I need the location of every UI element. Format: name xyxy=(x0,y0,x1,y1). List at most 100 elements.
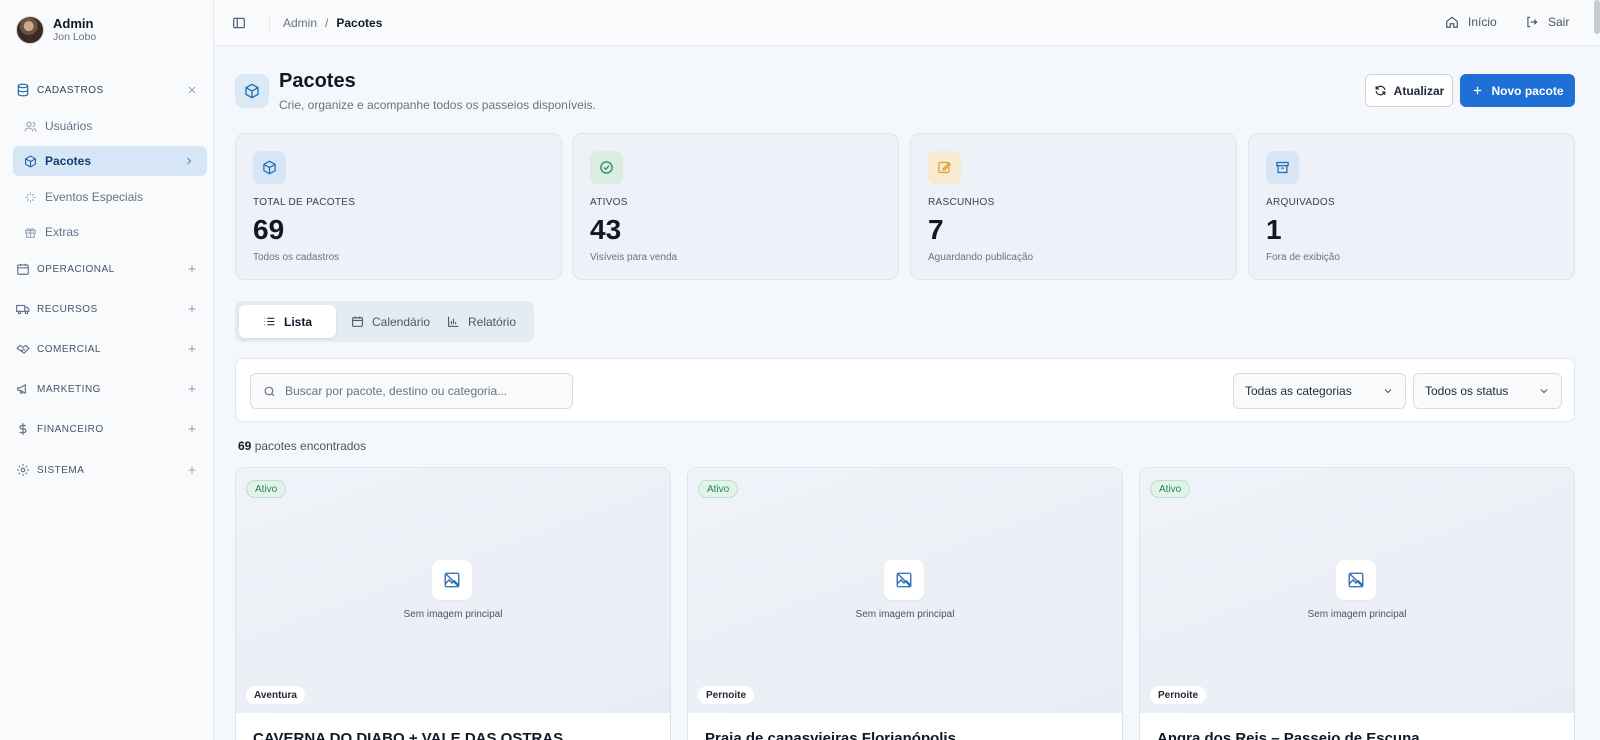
plus-icon[interactable] xyxy=(186,423,198,435)
result-count: 69 pacotes encontrados xyxy=(238,439,366,453)
stat-description: Todos os cadastros xyxy=(253,252,340,263)
megaphone-icon xyxy=(16,382,30,396)
check-circle-icon xyxy=(590,151,623,184)
package-icon xyxy=(253,151,286,184)
sidebar-group-marketing[interactable]: MARKETING xyxy=(16,378,198,400)
filter-bar: Todas as categorias Todos os status xyxy=(235,358,1575,422)
sidebar-group-cadastros[interactable]: CADASTROS xyxy=(16,79,198,101)
home-link[interactable]: Início xyxy=(1445,15,1497,29)
plus-icon[interactable] xyxy=(186,383,198,395)
view-tabs: Lista Calendário Relatório xyxy=(235,301,534,342)
archive-icon xyxy=(1266,151,1299,184)
new-package-button[interactable]: Novo pacote xyxy=(1460,74,1575,107)
calendar-icon xyxy=(351,315,364,328)
plus-icon[interactable] xyxy=(186,303,198,315)
sidebar-item-pacotes[interactable]: Pacotes xyxy=(13,146,207,176)
tab-lista[interactable]: Lista xyxy=(239,305,336,338)
breadcrumb-root[interactable]: Admin xyxy=(283,16,317,30)
sidebar-group-label: FINANCEIRO xyxy=(37,423,104,435)
plus-icon[interactable] xyxy=(186,464,198,476)
chevron-down-icon xyxy=(1382,385,1394,397)
package-title: Praia de canasvieiras Florianópolis xyxy=(705,730,956,740)
package-icon xyxy=(235,74,269,108)
user-profile[interactable]: Admin Jon Lobo xyxy=(16,14,96,46)
search-icon xyxy=(263,385,276,398)
sidebar-group-label: OPERACIONAL xyxy=(37,263,115,275)
logout-icon xyxy=(1525,15,1539,29)
scrollbar[interactable] xyxy=(1594,0,1600,34)
home-label: Início xyxy=(1468,15,1497,29)
no-image-icon xyxy=(432,560,472,600)
stat-label: RASCUNHOS xyxy=(928,197,995,208)
status-select[interactable]: Todos os status xyxy=(1413,373,1562,409)
status-select-value: Todos os status xyxy=(1425,384,1509,398)
search-input[interactable] xyxy=(285,384,565,398)
sidebar-group-label: COMERCIAL xyxy=(37,343,101,355)
page-title: Pacotes xyxy=(279,70,356,92)
no-image-text: Sem imagem principal xyxy=(403,609,503,620)
breadcrumb: Admin / Pacotes xyxy=(283,16,382,30)
status-badge: Ativo xyxy=(698,480,739,498)
tab-label: Calendário xyxy=(372,314,431,329)
plus-icon xyxy=(1471,84,1484,97)
tab-calendario[interactable]: Calendário xyxy=(339,305,442,338)
stat-value: 1 xyxy=(1266,214,1282,245)
edit-icon xyxy=(928,151,961,184)
sidebar-item-eventos-especiais[interactable]: Eventos Especiais xyxy=(13,182,207,212)
refresh-icon xyxy=(1374,84,1387,97)
sidebar-group-operacional[interactable]: OPERACIONAL xyxy=(16,258,198,280)
package-card[interactable]: Ativo Sem imagem principal Pernoite Angr… xyxy=(1139,467,1575,740)
chevron-down-icon xyxy=(1538,385,1550,397)
sidebar-group-financeiro[interactable]: FINANCEIRO xyxy=(16,418,198,440)
tab-label: Relatório xyxy=(468,314,517,329)
sidebar-group-comercial[interactable]: COMERCIAL xyxy=(16,338,198,360)
gear-icon xyxy=(16,463,30,477)
sidebar-toggle-icon[interactable] xyxy=(232,16,246,30)
close-icon[interactable] xyxy=(186,84,198,96)
list-icon xyxy=(263,315,276,328)
sidebar-group-label: MARKETING xyxy=(37,383,101,395)
sidebar-item-label: Extras xyxy=(45,225,80,239)
category-badge: Aventura xyxy=(246,686,305,704)
sidebar-group-sistema[interactable]: SISTEMA xyxy=(16,459,198,481)
breadcrumb-separator: / xyxy=(325,16,329,30)
sidebar: Admin Jon Lobo CADASTROS Usuários Pacote… xyxy=(0,0,214,740)
stat-description: Visíveis para venda xyxy=(590,252,678,263)
sparkles-icon xyxy=(24,191,37,204)
sidebar-item-usuarios[interactable]: Usuários xyxy=(13,111,207,141)
plus-icon[interactable] xyxy=(186,343,198,355)
tab-relatorio[interactable]: Relatório xyxy=(435,305,528,338)
result-count-suffix: pacotes encontrados xyxy=(251,439,367,453)
category-select-value: Todas as categorias xyxy=(1245,384,1352,398)
search-field[interactable] xyxy=(250,373,573,409)
category-select[interactable]: Todas as categorias xyxy=(1233,373,1406,409)
calendar-icon xyxy=(16,262,30,276)
sidebar-item-label: Eventos Especiais xyxy=(45,190,144,204)
package-card[interactable]: Ativo Sem imagem principal Aventura CAVE… xyxy=(235,467,671,740)
no-image-text: Sem imagem principal xyxy=(855,609,955,620)
no-image-icon xyxy=(884,560,924,600)
sidebar-item-label: Usuários xyxy=(45,119,93,133)
sidebar-group-label: CADASTROS xyxy=(37,84,104,96)
avatar xyxy=(16,16,44,44)
chevron-right-icon xyxy=(183,155,195,167)
truck-icon xyxy=(16,302,30,316)
logout-link[interactable]: Sair xyxy=(1525,15,1569,29)
breadcrumb-current: Pacotes xyxy=(336,16,383,30)
result-count-number: 69 xyxy=(238,439,252,453)
package-title: CAVERNA DO DIABO + VALE DAS OSTRAS xyxy=(253,730,564,740)
refresh-button[interactable]: Atualizar xyxy=(1365,74,1453,107)
stat-card-rascunhos: RASCUNHOS 7 Aguardando publicação xyxy=(910,133,1237,280)
stat-value: 43 xyxy=(590,214,622,245)
stat-value: 69 xyxy=(253,214,285,245)
category-badge: Pernoite xyxy=(698,686,755,704)
package-card[interactable]: Ativo Sem imagem principal Pernoite Prai… xyxy=(687,467,1123,740)
sidebar-item-extras[interactable]: Extras xyxy=(13,217,207,247)
sidebar-group-recursos[interactable]: RECURSOS xyxy=(16,298,198,320)
handshake-icon xyxy=(16,342,30,356)
topbar: Admin / Pacotes Início Sair xyxy=(215,0,1600,46)
sidebar-group-label: SISTEMA xyxy=(37,464,85,476)
database-icon xyxy=(16,83,30,97)
plus-icon[interactable] xyxy=(186,263,198,275)
sidebar-item-label: Pacotes xyxy=(45,154,92,168)
